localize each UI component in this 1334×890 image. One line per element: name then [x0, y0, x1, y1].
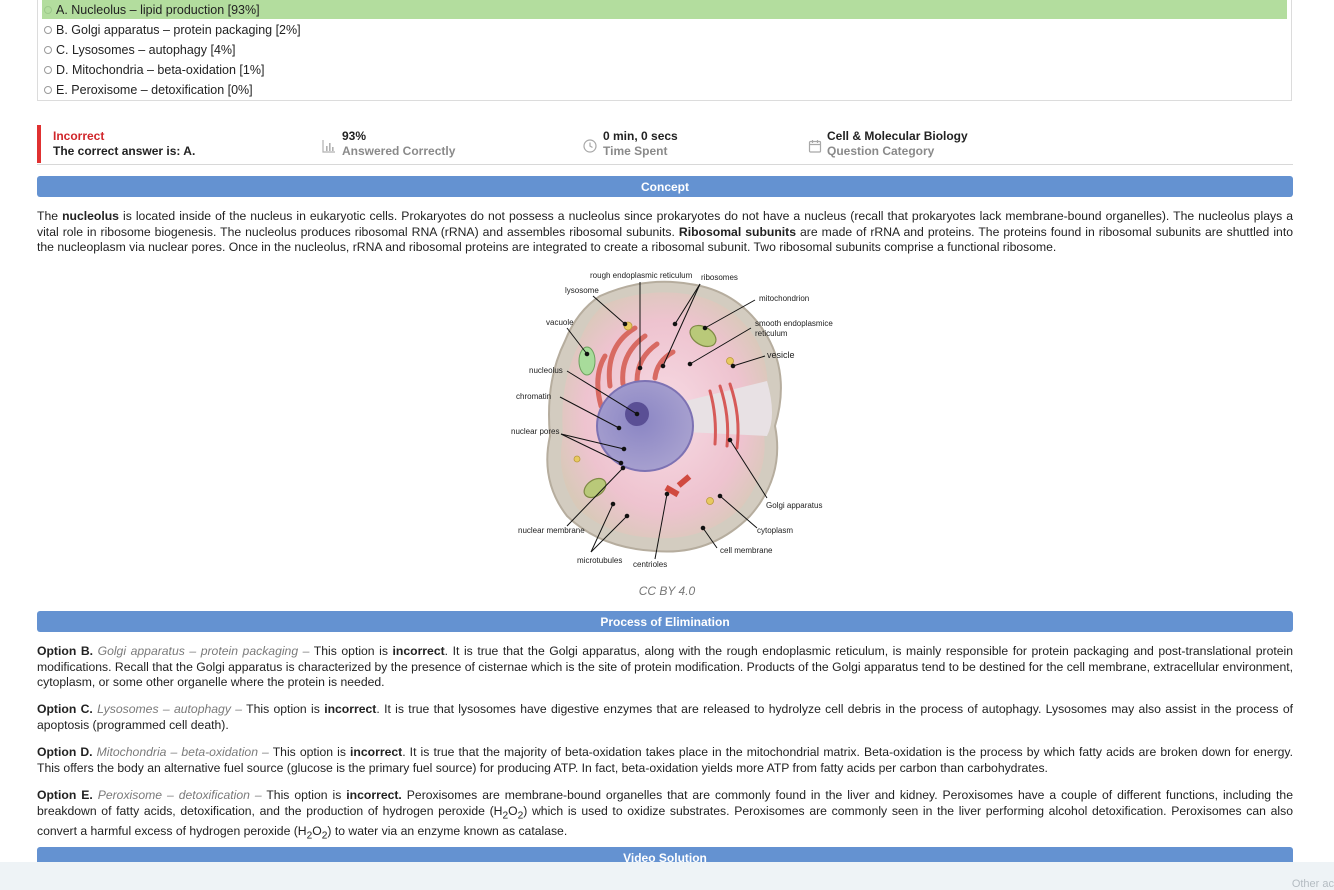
question-category-label: Question Category: [827, 144, 935, 158]
time-spent-label: Time Spent: [603, 144, 668, 158]
answered-correctly-value: 93%: [342, 129, 367, 143]
result-stats-row: Incorrect The correct answer is: A. 93% …: [37, 125, 1293, 165]
image-caption: CC BY 4.0: [638, 584, 696, 598]
label-cytoplasm: cytoplasm: [757, 526, 793, 535]
process-of-elimination-header: Process of Elimination: [37, 611, 1293, 632]
time-spent-value: 0 min, 0 secs: [603, 129, 678, 143]
result-status: Incorrect The correct answer is: A.: [53, 129, 195, 159]
time-spent-stat: 0 min, 0 secs Time Spent: [603, 129, 678, 159]
label-vesicle: vesicle: [767, 350, 795, 360]
result-status-text: Incorrect: [53, 129, 105, 143]
label-nuclear-membrane: nuclear membrane: [518, 526, 585, 535]
option-c-explanation: Option C. Lysosomes – autophagy – This o…: [37, 702, 1293, 732]
option-label: B. Golgi apparatus – protein packaging […: [56, 22, 301, 37]
label-smooth-er-line1: smooth endoplasmice: [755, 319, 833, 328]
label-lysosome: lysosome: [565, 286, 599, 295]
concept-paragraph: The nucleolus is located inside of the n…: [37, 209, 1294, 255]
label-cell-membrane: cell membrane: [720, 546, 773, 555]
bar-chart-icon: [322, 140, 335, 153]
radio-button[interactable]: [44, 65, 52, 74]
answered-correctly-stat: 93% Answered Correctly: [342, 129, 455, 159]
label-smooth-er-line2: reticulum: [755, 329, 788, 338]
label-nucleolus: nucleolus: [529, 366, 563, 375]
label-chromatin: chromatin: [516, 392, 551, 401]
label-microtubules: microtubules: [577, 556, 622, 565]
answer-option-b[interactable]: B. Golgi apparatus – protein packaging […: [42, 20, 1287, 39]
radio-button[interactable]: [44, 25, 52, 34]
answer-option-d[interactable]: D. Mitochondria – beta-oxidation [1%]: [42, 60, 1287, 79]
radio-button[interactable]: [44, 85, 52, 94]
label-centrioles: centrioles: [633, 560, 667, 569]
option-e-explanation: Option E. Peroxisome – detoxification – …: [37, 788, 1294, 842]
concept-header: Concept: [37, 176, 1293, 197]
label-ribosomes: ribosomes: [701, 273, 738, 282]
label-vacuole: vacuole: [546, 318, 574, 327]
label-golgi-apparatus: Golgi apparatus: [766, 501, 822, 510]
answer-option-e[interactable]: E. Peroxisome – detoxification [0%]: [42, 80, 1287, 99]
animal-cell-diagram: rough endoplasmic reticulum ribosomes ly…: [511, 271, 833, 569]
radio-button[interactable]: [44, 5, 52, 14]
label-rough-er: rough endoplasmic reticulum: [590, 271, 693, 280]
label-nuclear-pores: nuclear pores: [511, 427, 559, 436]
label-mitochondrion: mitochondrion: [759, 294, 809, 303]
option-b-explanation: Option B. Golgi apparatus – protein pack…: [37, 644, 1293, 690]
option-label: E. Peroxisome – detoxification [0%]: [56, 82, 253, 97]
answer-option-a[interactable]: A. Nucleolus – lipid production [93%]: [42, 0, 1287, 19]
clock-icon: [583, 139, 597, 153]
question-category-stat: Cell & Molecular Biology Question Catego…: [827, 129, 968, 159]
incorrect-indicator-bar: [37, 125, 41, 163]
answered-correctly-label: Answered Correctly: [342, 144, 456, 158]
option-d-explanation: Option D. Mitochondria – beta-oxidation …: [37, 745, 1293, 775]
answer-options-panel: A. Nucleolus – lipid production [93%] B.…: [37, 0, 1292, 101]
other-actions-text[interactable]: Other ac: [1292, 878, 1334, 890]
question-category-value: Cell & Molecular Biology: [827, 129, 968, 143]
radio-button[interactable]: [44, 45, 52, 54]
correct-answer-text: The correct answer is: A.: [53, 144, 196, 158]
option-label: D. Mitochondria – beta-oxidation [1%]: [56, 62, 265, 77]
bottom-toolbar: Other ac: [0, 862, 1334, 890]
calendar-icon: [808, 140, 822, 153]
option-label: A. Nucleolus – lipid production [93%]: [56, 2, 260, 17]
answer-option-c[interactable]: C. Lysosomes – autophagy [4%]: [42, 40, 1287, 59]
option-label: C. Lysosomes – autophagy [4%]: [56, 42, 236, 57]
